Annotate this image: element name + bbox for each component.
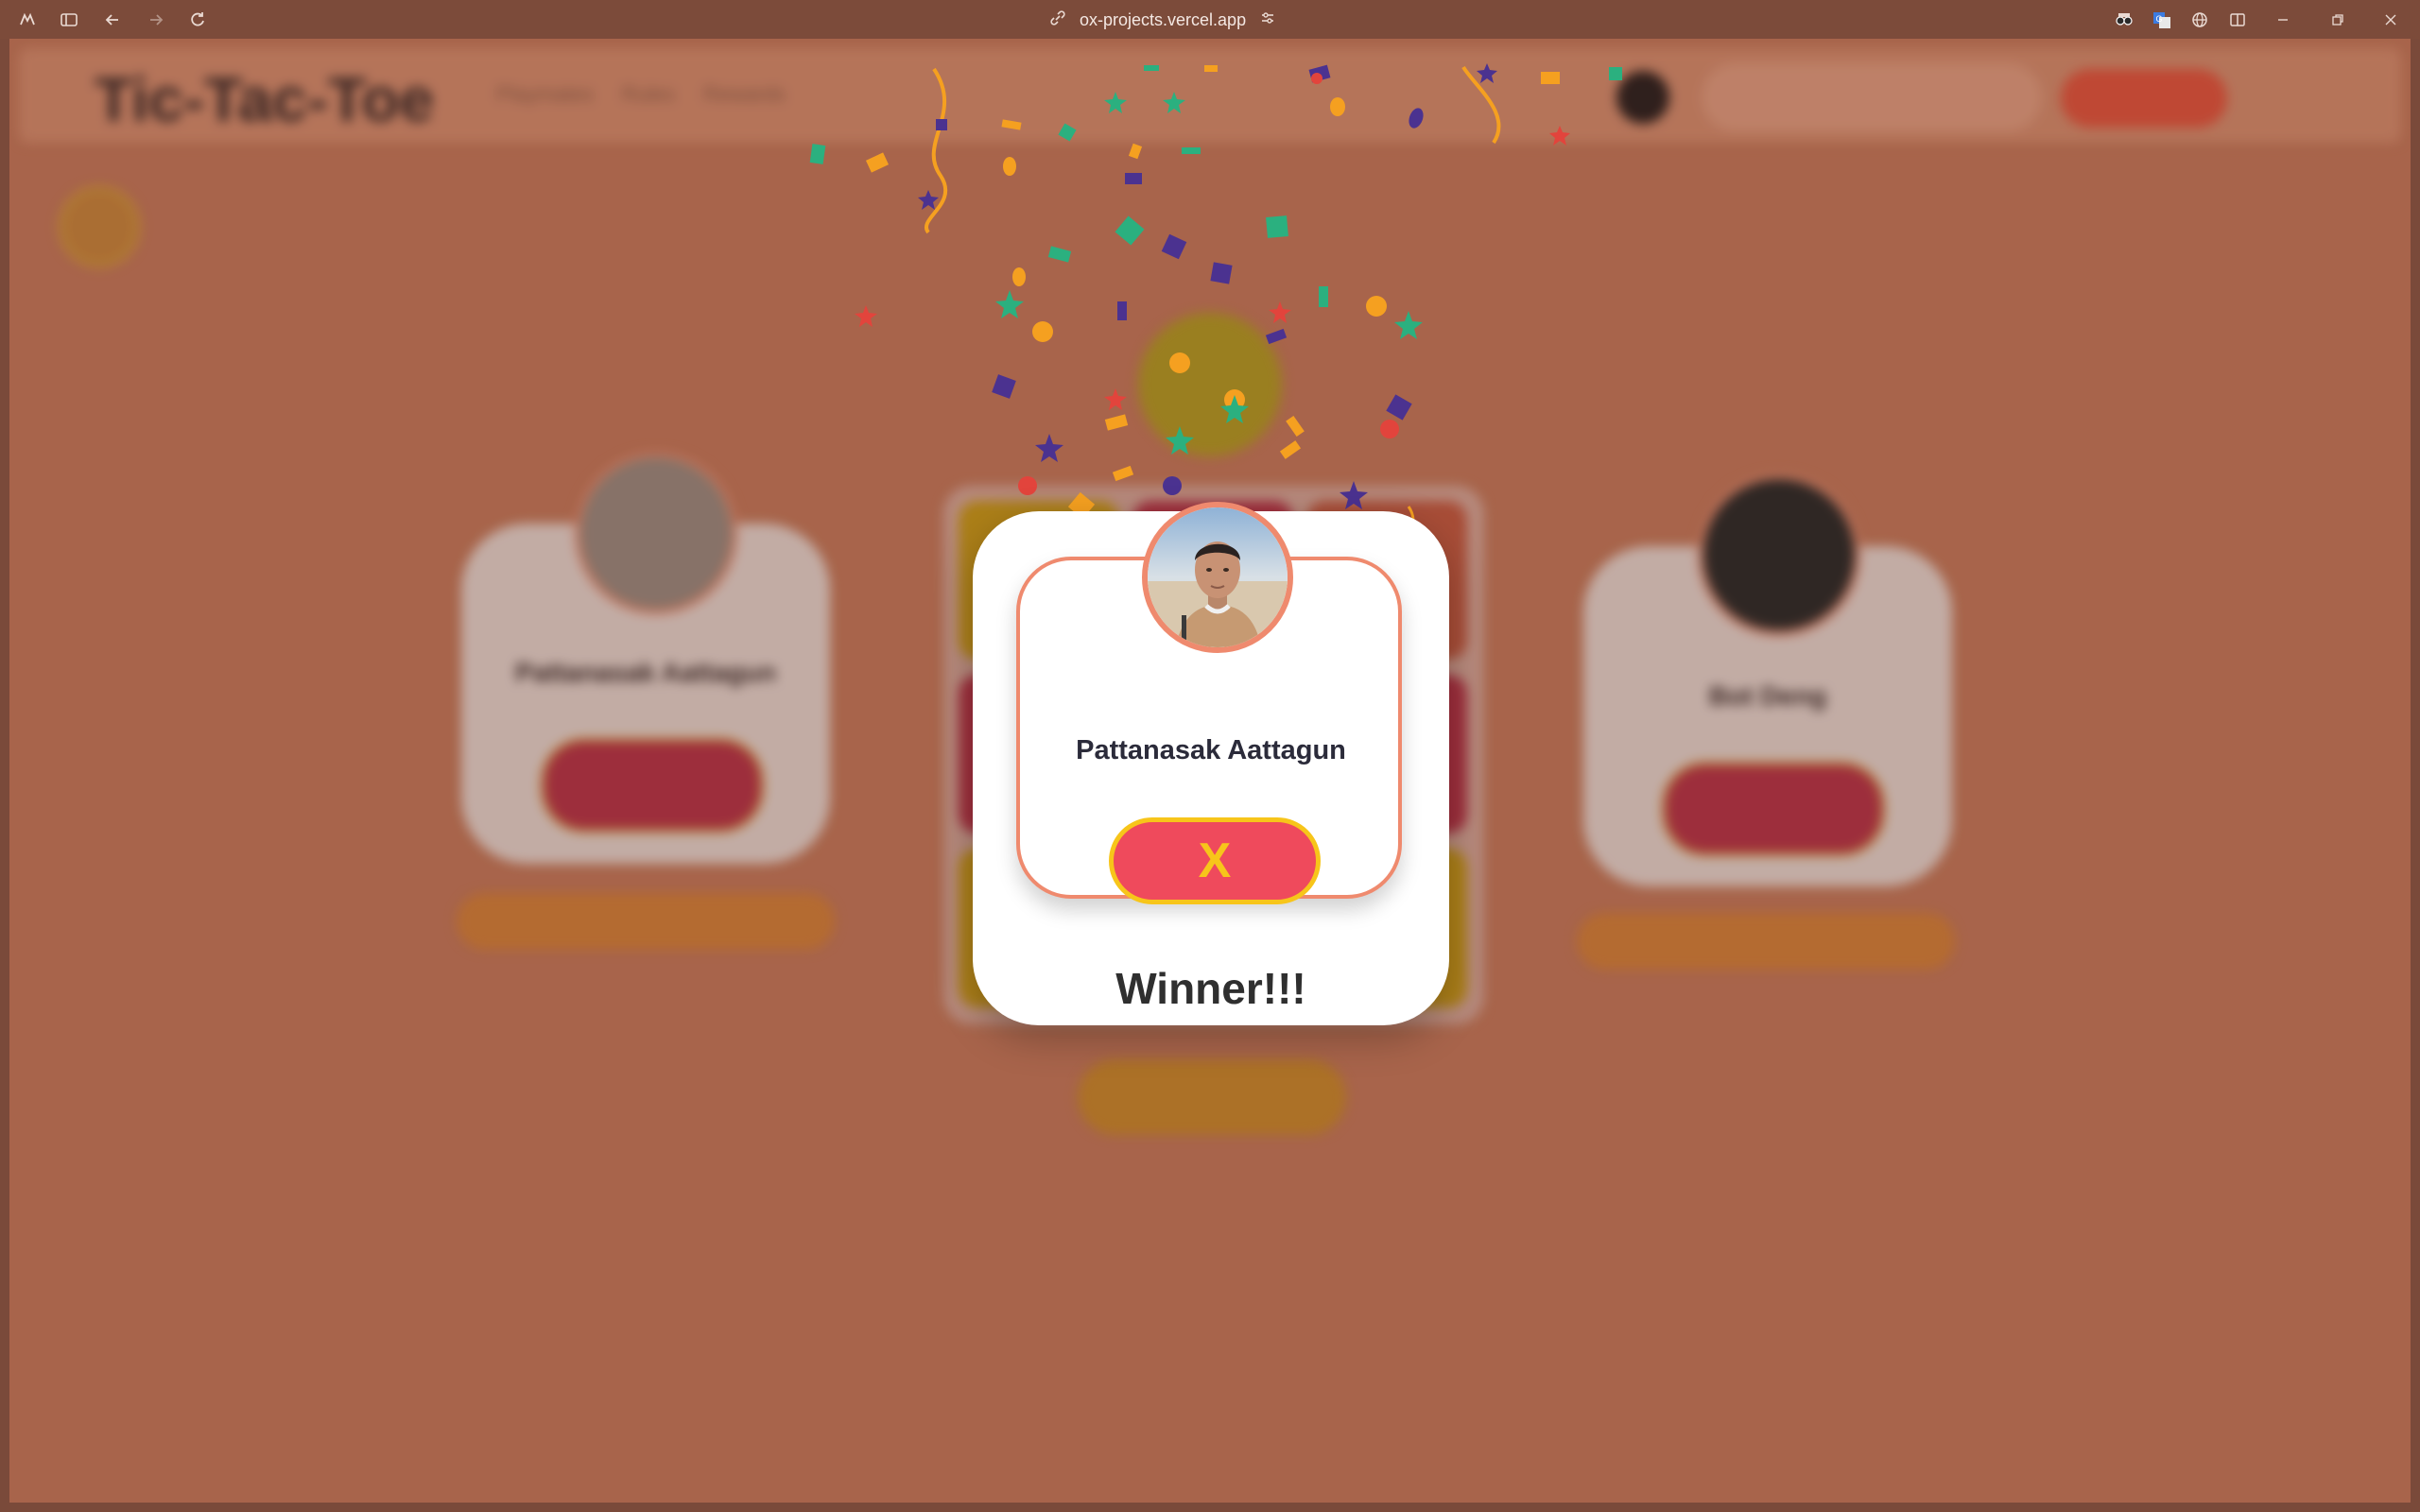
minimize-icon[interactable] <box>2271 8 2295 32</box>
winner-modal: Pattanasak Aattagun X Winner!!! <box>973 502 1449 1025</box>
link-icon <box>1049 9 1066 31</box>
browser-workspaces-icon[interactable] <box>15 8 40 32</box>
winner-symbol-text: X <box>1198 833 1232 888</box>
restore-window-icon[interactable] <box>2325 8 2350 32</box>
close-window-icon[interactable] <box>2378 8 2403 32</box>
globe-icon[interactable] <box>2187 8 2212 32</box>
browser-toolbar: ox-projects.vercel.app G <box>0 0 2420 39</box>
back-arrow-icon[interactable] <box>100 8 125 32</box>
extension-mask-icon[interactable] <box>2112 8 2136 32</box>
forward-arrow-icon[interactable] <box>144 8 168 32</box>
winner-name: Pattanasak Aattagun <box>1076 735 1346 765</box>
reload-icon[interactable] <box>185 8 210 32</box>
sidebar-toggle-icon[interactable] <box>57 8 81 32</box>
winner-avatar <box>1142 502 1293 653</box>
address-bar[interactable]: ox-projects.vercel.app <box>1049 6 1276 34</box>
winner-result-text: Winner!!! <box>1115 964 1306 1013</box>
site-settings-icon[interactable] <box>1259 9 1276 31</box>
winner-symbol-badge: X <box>1109 817 1321 904</box>
url-text[interactable]: ox-projects.vercel.app <box>1080 10 1246 30</box>
svg-text:G: G <box>2156 14 2163 24</box>
translate-extension-icon[interactable]: G <box>2150 8 2174 32</box>
avatar-photo <box>1148 507 1288 647</box>
split-view-icon[interactable] <box>2225 8 2250 32</box>
page-viewport: Tic-Tac-Toe Playmates Rules Rewards Patt… <box>9 39 2411 1503</box>
